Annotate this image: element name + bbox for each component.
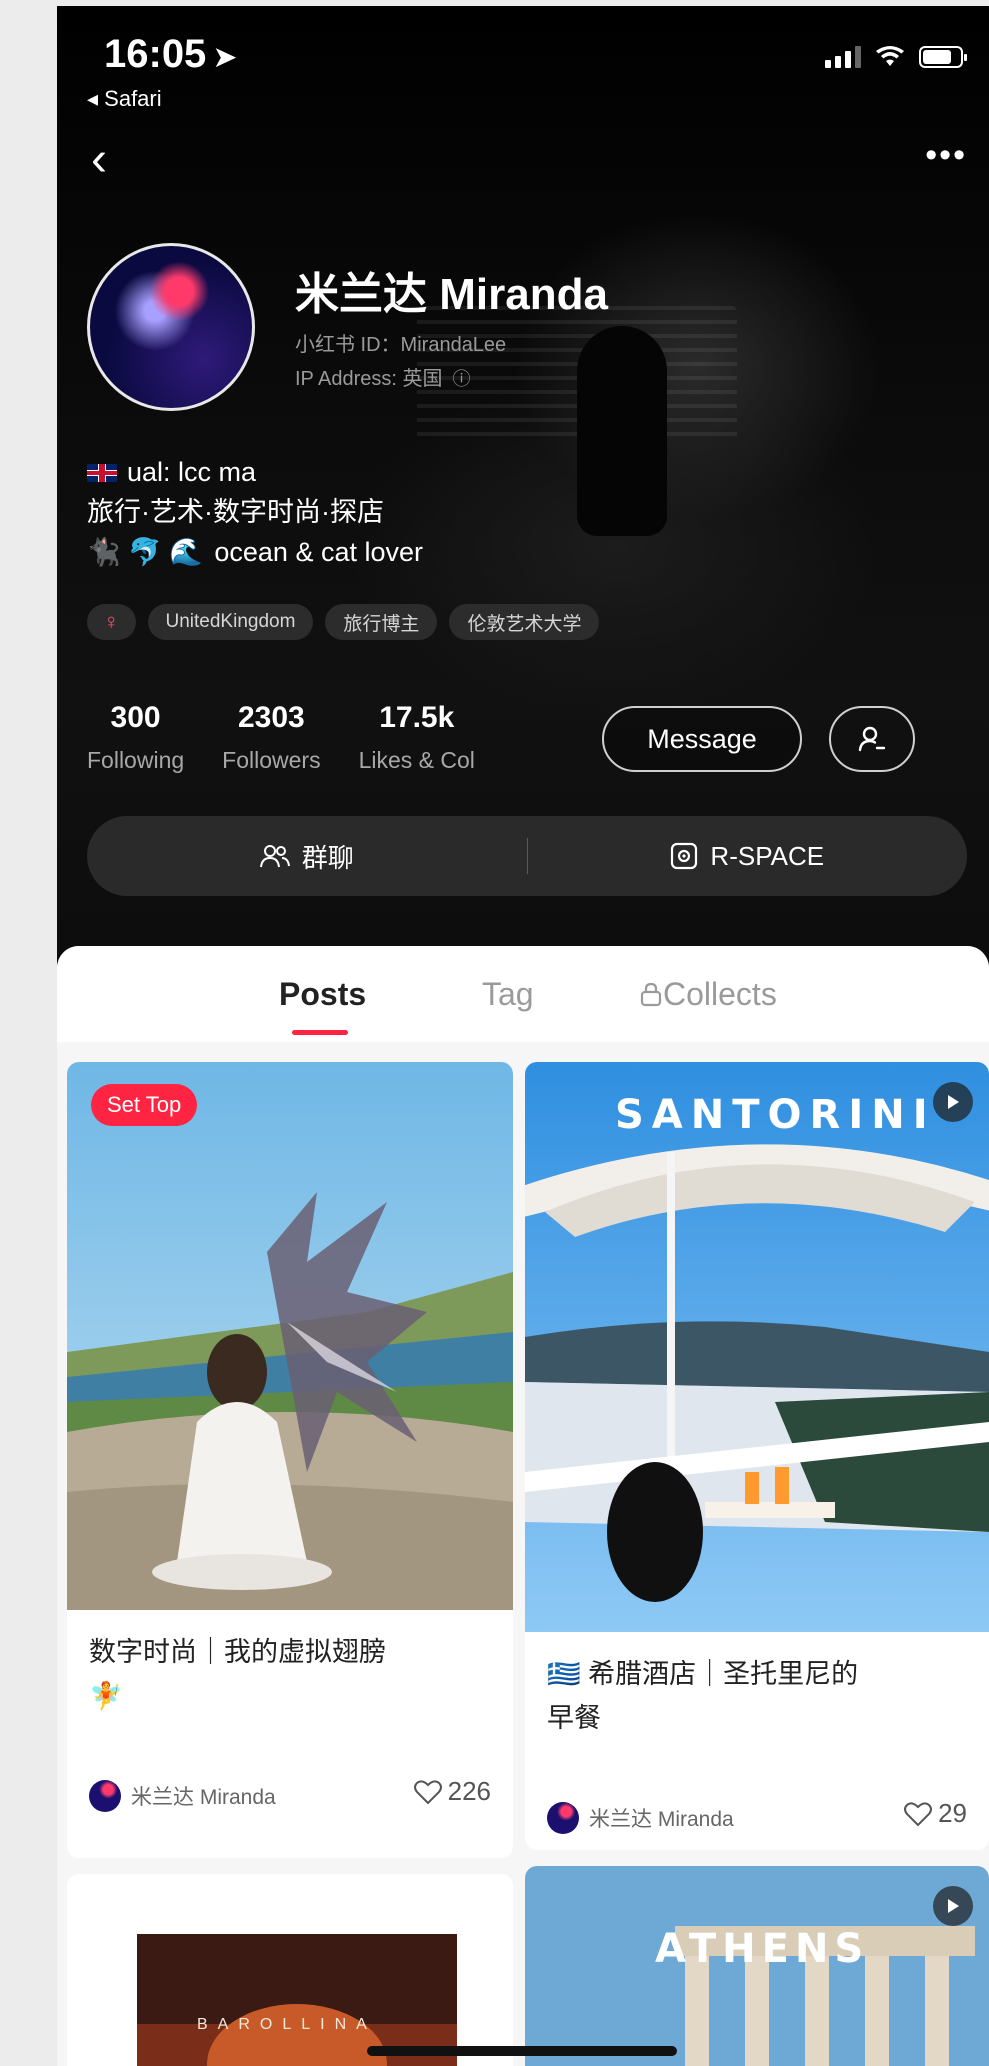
post-likes[interactable]: 226 (413, 1776, 491, 1807)
group-chat-icon (259, 845, 290, 868)
group-chat-button[interactable]: 群聊 (87, 816, 527, 896)
tag-gender: ♀ (87, 604, 136, 640)
tab-posts[interactable]: Posts (279, 976, 366, 1013)
post-title-line-2: 早餐 (547, 1703, 601, 1733)
add-friend-icon (858, 726, 886, 752)
post-card[interactable]: ATHENS (525, 1866, 989, 2066)
location-arrow-icon: ➤ (212, 41, 238, 74)
bio-emojis: 🐈‍⬛ 🐬 🌊 (87, 537, 203, 567)
stat-likes-label: Likes & Col (358, 747, 475, 773)
group-chat-label: 群聊 (301, 842, 354, 873)
stat-followers-label: Followers (222, 747, 321, 773)
rspace-icon (671, 842, 698, 870)
post-card[interactable]: Set Top 数字时尚｜我的虚拟翅膀 🧚 米兰达 Miranda 226 (67, 1062, 513, 1858)
header-background-figure (577, 326, 667, 536)
post-title-line-2: 🧚 (89, 1681, 123, 1711)
post-title: 数字时尚｜我的虚拟翅膀 🧚 (89, 1630, 386, 1718)
home-indicator[interactable] (367, 2046, 677, 2056)
lock-icon (640, 982, 662, 1007)
heart-icon (904, 1801, 933, 1826)
tab-bar: Posts Tag Collects (57, 946, 989, 1042)
profile-screen: 16:05 ➤ ◂ Safari ‹ ••• 米兰达 Miranda 小红书 ID… (57, 6, 989, 2066)
stat-likes-value: 17.5k (379, 701, 455, 734)
author-avatar (547, 1802, 579, 1834)
stat-following[interactable]: 300 Following (87, 701, 184, 774)
overlay-text-santorini: SANTORINI (615, 1092, 936, 1138)
rspace-label: R-SPACE (710, 840, 825, 871)
likes-count: 29 (938, 1798, 967, 1828)
author-avatar (89, 1780, 121, 1812)
likes-count: 226 (447, 1776, 491, 1806)
back-chevron-icon[interactable]: ‹ (91, 136, 107, 184)
stat-following-label: Following (87, 747, 185, 773)
battery-icon (919, 46, 967, 68)
bio-line-2: 旅行·艺术·数字时尚·探店 (87, 497, 384, 527)
set-top-badge: Set Top (91, 1084, 198, 1126)
post-image (67, 1874, 513, 2066)
author-name: 米兰达 Miranda (131, 1786, 276, 1809)
stat-followers[interactable]: 2303 Followers (222, 701, 320, 774)
content-panel: Posts Tag Collects Set Top 数字时尚｜我的虚拟翅膀 🧚… (57, 946, 989, 2066)
post-image (525, 1062, 989, 1632)
cellular-signal-icon (825, 46, 861, 68)
bio-line-1: ual: lcc ma (87, 452, 423, 492)
bio: ual: lcc ma 旅行·艺术·数字时尚·探店 🐈‍⬛ 🐬 🌊 ocean … (87, 452, 423, 572)
stat-followers-value: 2303 (237, 701, 305, 734)
post-likes[interactable]: 29 (904, 1798, 967, 1829)
action-bar: 群聊 R-SPACE (87, 816, 967, 896)
tab-collects-label: Collects (663, 976, 777, 1012)
video-play-icon (933, 1886, 973, 1926)
status-time: 16:05 ➤ (104, 32, 237, 77)
ip-address-text: IP Address: 英国 (295, 368, 443, 390)
bio-line-3: 🐈‍⬛ 🐬 🌊 ocean & cat lover (87, 532, 423, 572)
post-card[interactable]: SANTORINI 🇬🇷 希腊酒店｜圣托里尼的 早餐 米兰达 Miranda 2… (525, 1062, 989, 1850)
post-card[interactable]: BAROLLINA (67, 1874, 513, 2066)
profile-stats: 300 Following 2303 Followers 17.5k Likes… (87, 701, 475, 774)
stat-likes[interactable]: 17.5k Likes & Col (359, 701, 475, 774)
status-icons (825, 46, 967, 68)
follow-button[interactable] (829, 706, 915, 772)
video-play-icon (933, 1082, 973, 1122)
heart-icon (413, 1779, 442, 1804)
bio-line-1-text: ual: lcc ma (127, 457, 257, 487)
avatar[interactable] (87, 243, 255, 411)
red-id: 小红书 ID：MirandaLee (295, 334, 507, 356)
message-button[interactable]: Message (602, 706, 802, 772)
profile-tags: ♀ UnitedKingdom 旅行博主 伦敦艺术大学 (87, 604, 600, 640)
post-image (67, 1062, 513, 1610)
rspace-button[interactable]: R-SPACE (528, 816, 968, 896)
info-icon[interactable]: ⓘ (452, 365, 470, 391)
bio-line-3-text: ocean & cat lover (214, 537, 423, 567)
post-title-line-1: 数字时尚｜我的虚拟翅膀 (89, 1637, 386, 1667)
profile-name: 米兰达 Miranda (295, 270, 608, 319)
back-to-app[interactable]: ◂ Safari (87, 86, 162, 112)
wifi-icon (876, 46, 904, 66)
active-tab-indicator (292, 1030, 348, 1035)
tag-occupation[interactable]: 旅行博主 (325, 604, 438, 640)
tab-collects[interactable]: Collects (639, 976, 777, 1013)
tag-location[interactable]: UnitedKingdom (147, 604, 314, 640)
stat-following-value: 300 (110, 701, 161, 734)
tag-school[interactable]: 伦敦艺术大学 (449, 604, 600, 640)
uk-flag-icon (87, 464, 117, 482)
post-title-line-1: 🇬🇷 希腊酒店｜圣托里尼的 (547, 1659, 859, 1689)
ip-address: IP Address: 英国 ⓘ (295, 362, 470, 391)
more-options-icon[interactable]: ••• (925, 136, 967, 175)
post-title: 🇬🇷 希腊酒店｜圣托里尼的 早餐 (547, 1652, 858, 1740)
post-author[interactable]: 米兰达 Miranda (89, 1780, 276, 1812)
overlay-text-athens: ATHENS (655, 1926, 870, 1972)
tab-tag[interactable]: Tag (482, 976, 534, 1013)
author-name: 米兰达 Miranda (589, 1808, 734, 1831)
status-time-text: 16:05 (104, 32, 207, 76)
overlay-text-barollina: BAROLLINA (197, 2016, 377, 2033)
post-author[interactable]: 米兰达 Miranda (547, 1802, 734, 1834)
